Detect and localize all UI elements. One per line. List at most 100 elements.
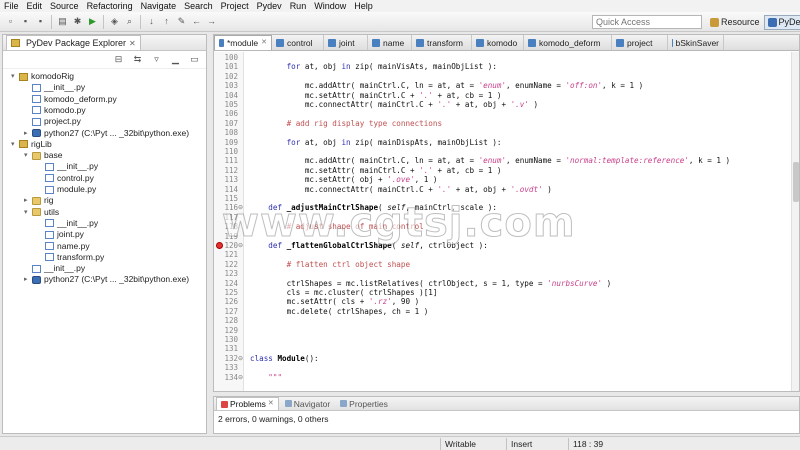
menu-refactoring[interactable]: Refactoring [83,0,137,12]
collapsed-arrow-icon[interactable]: ▸ [24,274,32,285]
close-tab-icon[interactable]: ✕ [261,36,267,50]
scrollbar-thumb[interactable] [793,162,799,202]
collapsed-arrow-icon[interactable]: ▸ [24,128,32,139]
python-file-icon [476,38,484,47]
tree-item[interactable]: komodo.py [24,105,86,116]
pyfile-icon [32,95,41,104]
tree-item[interactable]: control.py [37,173,94,184]
maximize-icon[interactable]: ▭ [189,54,200,65]
minimize-icon[interactable]: ▁ [170,54,181,65]
search-icon[interactable]: ⌕ [124,16,135,27]
next-annotation-icon[interactable]: ↓ [146,16,157,27]
editor-text-area[interactable]: 100 101 102 103 104 105 106 107 108 109 110 111 112 1… [214,52,799,391]
tree-item[interactable]: ▾ rigLib [11,139,52,150]
previous-annotation-icon[interactable]: ↑ [161,16,172,27]
perspective-pydev[interactable]: PyDev [763,14,800,30]
editor-tab[interactable]: control [272,35,324,50]
line-number: 113 [224,175,238,185]
tree-item[interactable]: project.py [24,116,81,127]
open-type-icon[interactable]: ◈ [109,16,120,27]
expanded-arrow-icon[interactable]: ▾ [11,71,19,82]
editor-tab[interactable]: name [368,35,412,50]
fold-toggle-icon[interactable]: ⊖ [238,242,243,249]
pyfile-icon [45,230,54,239]
line-number: 126 [224,297,238,307]
expanded-arrow-icon[interactable]: ▾ [24,150,32,161]
menu-bar: File Edit Source Refactoring Navigate Search P… [0,0,800,12]
back-icon[interactable]: ← [191,16,202,27]
close-icon[interactable]: ✕ [129,39,136,48]
tree-item[interactable]: ▸ python27 (C:\Pyt ... _32bit\python.exe) [24,128,189,139]
expanded-arrow-icon[interactable]: ▾ [11,139,19,150]
tree-item-label: rigLib [31,138,52,149]
code-line: class Module(): [250,353,319,363]
link-with-editor-icon[interactable]: ⇆ [132,54,143,65]
run-icon[interactable]: ▶ [87,16,98,27]
tree-item[interactable]: komodo_deform.py [24,94,117,105]
fold-toggle-icon[interactable]: ⊖ [238,204,243,211]
tree-item[interactable]: __init__.py [24,263,85,274]
expanded-arrow-icon[interactable]: ▾ [24,207,32,218]
line-number: 123 [224,269,238,279]
tree-item-label: komodoRig [31,71,74,81]
editor-tab[interactable]: *module ✕ [214,35,272,50]
new-file-icon[interactable]: ▫ [5,16,16,27]
editor-tab[interactable]: joint [324,35,368,50]
forward-icon[interactable]: → [206,16,217,27]
perspective-resource[interactable]: Resource [706,15,764,30]
tree-item[interactable]: ▸ rig [24,195,53,206]
fold-toggle-icon[interactable]: ⊖ [238,355,243,362]
menu-navigate[interactable]: Navigate [137,0,181,12]
tree-item[interactable]: module.py [37,184,96,195]
tree-item[interactable]: __init__.py [24,82,85,93]
menu-help[interactable]: Help [350,0,377,12]
tree-item[interactable]: __init__.py [37,161,98,172]
menu-file[interactable]: File [0,0,23,12]
pyfile-icon [45,219,54,228]
menu-source[interactable]: Source [46,0,83,12]
menu-edit[interactable]: Edit [23,0,47,12]
vertical-scrollbar[interactable] [791,52,799,391]
line-number: 102 [224,71,238,81]
quick-access-input[interactable] [592,15,702,29]
line-number: 114 [224,184,238,194]
menu-search[interactable]: Search [180,0,217,12]
project-icon [19,72,28,81]
tree-item[interactable]: joint.py [37,229,84,240]
debug-icon[interactable]: ✱ [72,16,83,27]
line-number: 103 [224,81,238,91]
menu-pydev[interactable]: Pydev [253,0,286,12]
package-explorer-tab[interactable]: PyDev Package Explorer ✕ [6,35,141,50]
close-icon[interactable]: ✕ [268,398,274,410]
last-edit-icon[interactable]: ✎ [176,16,187,27]
menu-project[interactable]: Project [217,0,253,12]
tree-item[interactable]: __init__.py [37,218,98,229]
panel-tab-problems[interactable]: Problems ✕ [216,397,279,410]
collapse-all-icon[interactable]: ⊟ [113,54,124,65]
menu-window[interactable]: Window [310,0,350,12]
error-marker-icon[interactable] [216,242,223,249]
panel-tab-navigator[interactable]: Navigator [281,397,334,410]
panel-tab-properties[interactable]: Properties [336,397,392,410]
tree-item[interactable]: ▾ utils [24,207,59,218]
editor-tab[interactable]: project [612,35,668,50]
view-menu-icon[interactable]: ▿ [151,54,162,65]
tree-item[interactable]: ▾ base [24,150,62,161]
save-icon[interactable]: ▪ [20,16,31,27]
line-number: 107 [224,118,238,128]
editor-tab[interactable]: transform [412,35,472,50]
tree-item[interactable]: transform.py [37,252,104,263]
tree-item[interactable]: ▾ komodoRig [11,71,74,82]
editor-tab[interactable]: bSkinSaver [668,35,724,50]
editor-tab[interactable]: komodo [472,35,524,50]
line-number: 119 [224,231,238,241]
menu-run[interactable]: Run [286,0,311,12]
tree-item[interactable]: ▸ python27 (C:\Pyt ... _32bit\python.exe) [24,274,189,285]
editor-tab[interactable]: komodo_deform [524,35,612,50]
print-icon[interactable]: ▤ [57,16,68,27]
code-line: # flatten ctrl object shape [286,259,411,269]
collapsed-arrow-icon[interactable]: ▸ [24,195,32,206]
fold-toggle-icon[interactable]: ⊖ [238,374,243,381]
tree-item[interactable]: name.py [37,241,90,252]
save-all-icon[interactable]: ▪ [35,16,46,27]
